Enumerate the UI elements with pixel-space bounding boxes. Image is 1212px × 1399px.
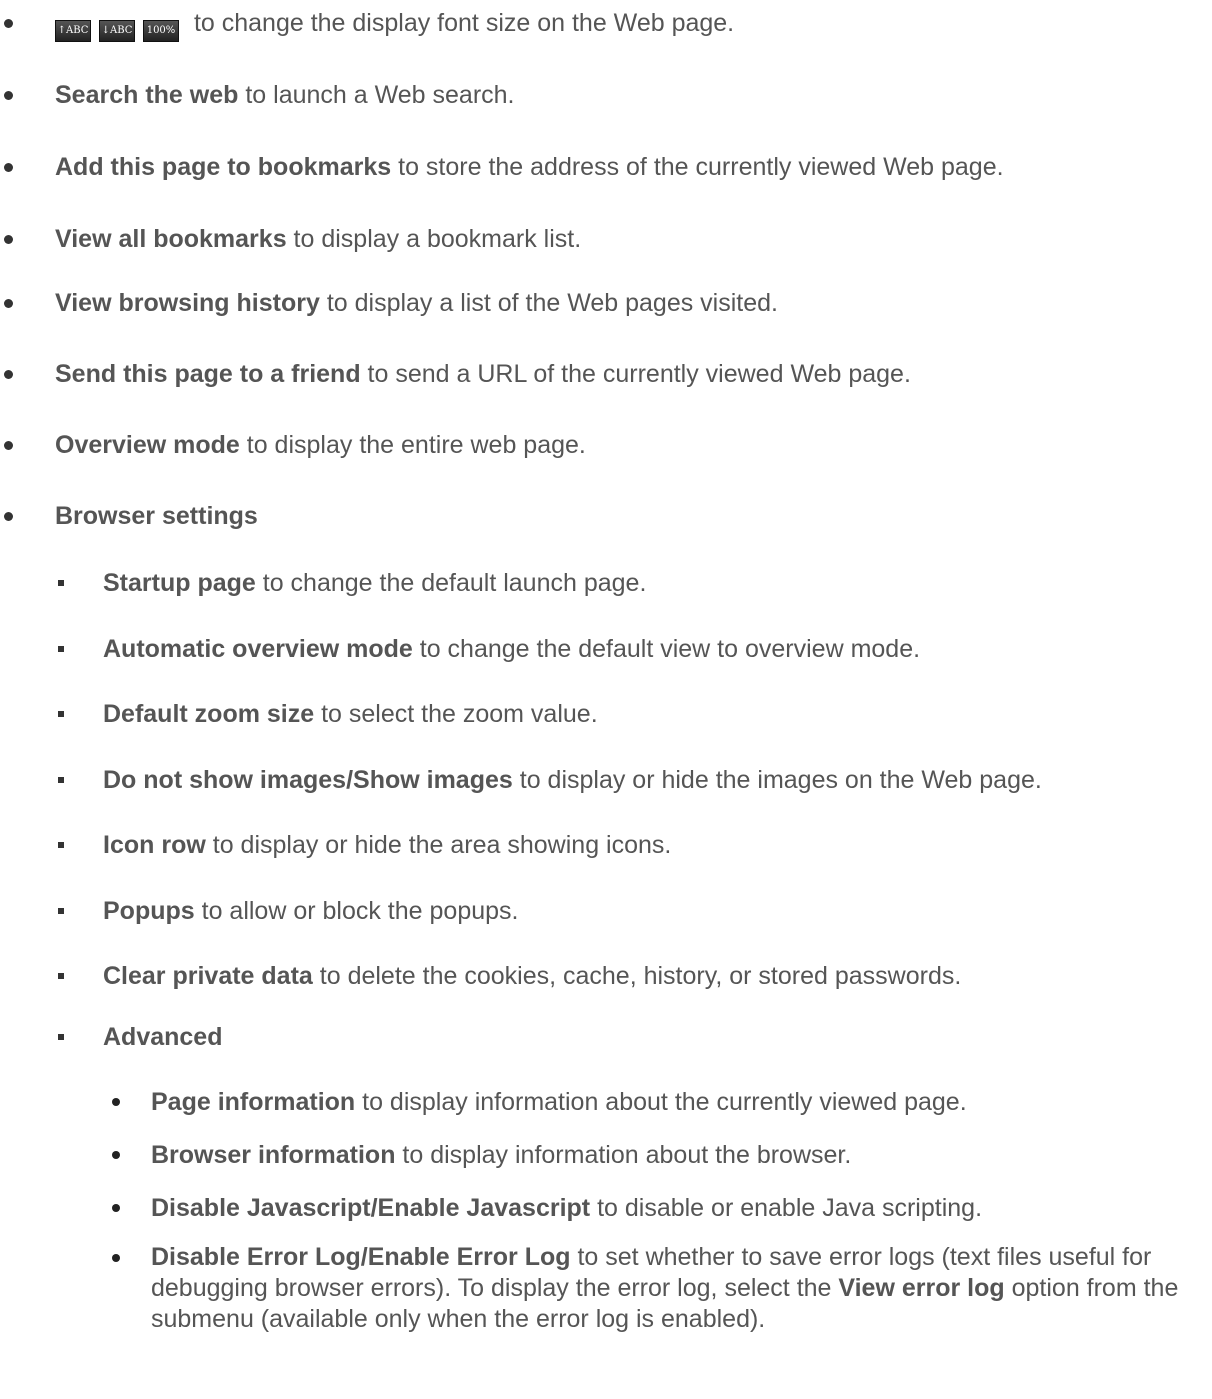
list-item: Search the web to launch a Web search. [0, 78, 1212, 112]
bullet-icon [4, 19, 13, 28]
bullet-icon [112, 1204, 120, 1212]
decrease-font-icon: ↓ABC [99, 20, 135, 42]
list-item: Overview mode to display the entire web … [0, 428, 1212, 462]
bullet-icon [112, 1254, 120, 1262]
advanced-list-item: Browser information to display informati… [0, 1138, 1212, 1172]
bullet-icon [4, 299, 13, 308]
square-bullet-icon [58, 1034, 64, 1040]
list-item: Send this page to a friend to send a URL… [0, 357, 1212, 391]
bullet-icon [4, 370, 13, 379]
square-bullet-icon [58, 711, 64, 717]
sub-list-item: Default zoom size to select the zoom val… [0, 697, 1212, 731]
advanced-list-item: Page information to display information … [0, 1085, 1212, 1119]
sub-list-item: Advanced [0, 1020, 1212, 1054]
sub-list-item: Do not show images/Show images to displa… [0, 763, 1212, 797]
reset-font-icon: 100% [143, 20, 179, 42]
sub-list-item: Automatic overview mode to change the de… [0, 632, 1212, 666]
sub-list-item: Clear private data to delete the cookies… [0, 959, 1212, 993]
square-bullet-icon [58, 777, 64, 783]
advanced-list-item: Disable Javascript/Enable Javascript to … [0, 1191, 1212, 1225]
bullet-icon [4, 91, 13, 100]
bullet-icon [4, 441, 13, 450]
list-item: Add this page to bookmarks to store the … [0, 150, 1212, 184]
list-item: Browser settings [0, 499, 1212, 533]
square-bullet-icon [58, 580, 64, 586]
square-bullet-icon [58, 973, 64, 979]
list-item-font-size: ↑ABC ↓ABC 100% to change the display font … [0, 6, 1212, 42]
bullet-icon [4, 512, 13, 521]
bullet-icon [4, 235, 13, 244]
square-bullet-icon [58, 842, 64, 848]
square-bullet-icon [58, 646, 64, 652]
sub-list-item: Popups to allow or block the popups. [0, 894, 1212, 928]
bullet-icon [112, 1151, 120, 1159]
sub-list-item: Icon row to display or hide the area sho… [0, 828, 1212, 862]
sub-list-item: Startup page to change the default launc… [0, 566, 1212, 600]
list-item: View all bookmarks to display a bookmark… [0, 222, 1212, 256]
list-item: View browsing history to display a list … [0, 286, 1212, 320]
bullet-icon [4, 163, 13, 172]
bullet-icon [112, 1098, 120, 1106]
increase-font-icon: ↑ABC [55, 20, 91, 42]
advanced-list-item-error-log: Disable Error Log/Enable Error Log to se… [112, 1242, 1201, 1335]
square-bullet-icon [58, 908, 64, 914]
